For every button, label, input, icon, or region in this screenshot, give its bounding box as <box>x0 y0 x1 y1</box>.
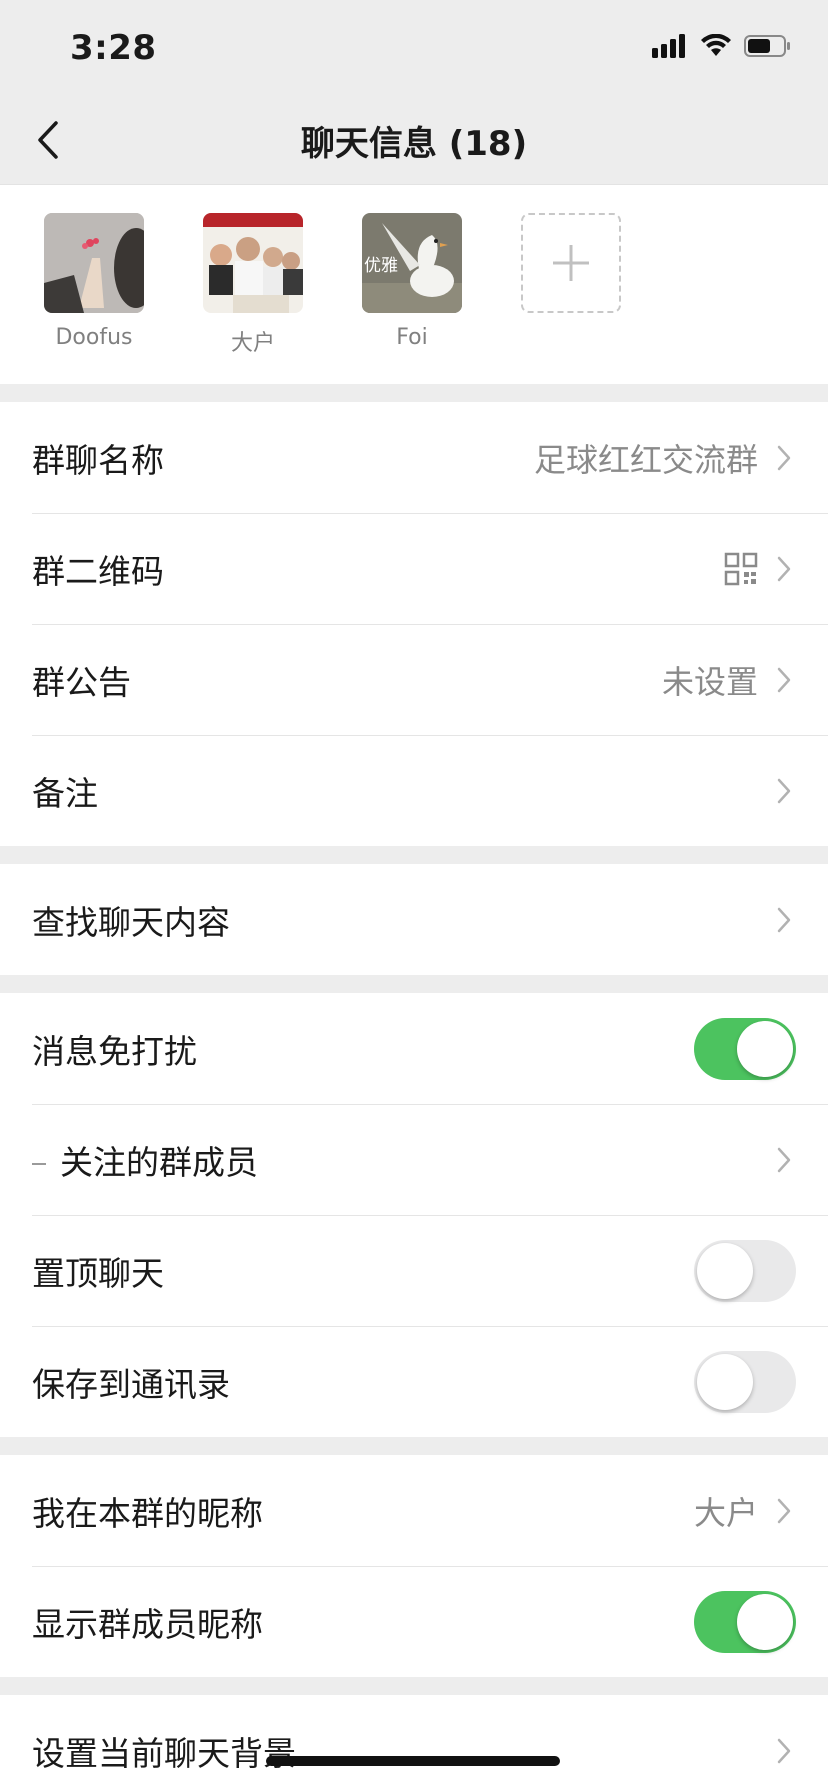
avatar <box>203 213 303 313</box>
toggle-knob <box>697 1353 753 1410</box>
group-name-row[interactable]: 群聊名称 足球红红交流群 <box>0 402 828 513</box>
add-member-button[interactable] <box>521 213 621 313</box>
announcement-value: 未设置 <box>661 662 758 701</box>
avatar <box>44 213 144 313</box>
followed-members-label: 关注的群成员 <box>60 1142 258 1182</box>
background-section: 设置当前聊天背景 <box>0 1695 828 1792</box>
section-gap <box>0 384 828 402</box>
nickname-section: 我在本群的昵称 大户 显示群成员昵称 <box>0 1455 828 1677</box>
search-section: 查找聊天内容 <box>0 864 828 975</box>
mute-toggle[interactable] <box>694 1017 796 1080</box>
battery-icon <box>744 35 790 57</box>
chevron-right-icon <box>776 1495 796 1527</box>
chat-background-row[interactable]: 设置当前聊天背景 <box>0 1695 828 1792</box>
nav-bar: 聊天信息 (18) <box>0 96 828 184</box>
member-grid: Doofus 大户 优雅 Foi <box>0 184 828 384</box>
row-label: 置顶聊天 <box>32 1253 164 1293</box>
row-label: 备注 <box>32 773 98 813</box>
member-item[interactable]: Doofus <box>44 213 144 350</box>
row-label: 消息免打扰 <box>32 1031 197 1071</box>
chevron-right-icon <box>776 553 796 585</box>
chevron-right-icon <box>776 904 796 936</box>
row-label: 查找聊天内容 <box>32 902 230 942</box>
save-contacts-row: 保存到通讯录 <box>0 1326 828 1437</box>
section-gap <box>0 1437 828 1455</box>
group-name-value: 足球红红交流群 <box>533 440 758 479</box>
group-info-section: 群聊名称 足球红红交流群 群二维码 群公告 未设置 备注 <box>0 402 828 846</box>
row-label: 设置当前聊天背景 <box>32 1733 296 1773</box>
toggle-knob <box>737 1020 793 1077</box>
section-gap <box>0 846 828 864</box>
section-gap <box>0 1677 828 1695</box>
back-button[interactable] <box>22 114 74 166</box>
home-indicator[interactable] <box>266 1756 560 1766</box>
row-label: 显示群成员昵称 <box>32 1604 263 1644</box>
member-name: Foi <box>396 325 428 350</box>
row-label: 我在本群的昵称 <box>32 1493 263 1533</box>
page-title: 聊天信息 (18) <box>300 123 528 164</box>
status-bar: 3:28 <box>0 0 828 96</box>
signal-icon <box>652 34 685 58</box>
chevron-right-icon <box>776 442 796 474</box>
member-item[interactable]: 优雅 Foi <box>362 213 462 350</box>
mute-row: 消息免打扰 <box>0 993 828 1104</box>
chevron-right-icon <box>776 1735 796 1767</box>
member-name: 大户 <box>230 331 275 356</box>
member-item[interactable]: 大户 <box>203 213 303 357</box>
row-label: 保存到通讯录 <box>32 1364 230 1404</box>
avatar-caption: 优雅 <box>364 256 398 276</box>
save-contacts-toggle[interactable] <box>694 1350 796 1413</box>
status-time: 3:28 <box>70 28 157 68</box>
wifi-icon <box>701 34 731 56</box>
status-icons <box>652 34 792 58</box>
chevron-right-icon <box>776 775 796 807</box>
remark-row[interactable]: 备注 <box>0 735 828 846</box>
followed-members-row[interactable]: 关注的群成员 <box>0 1104 828 1215</box>
member-name: Doofus <box>55 325 133 350</box>
announcement-row[interactable]: 群公告 未设置 <box>0 624 828 735</box>
my-nickname-value: 大户 <box>693 1493 758 1532</box>
pin-chat-toggle[interactable] <box>694 1239 796 1302</box>
qr-code-row[interactable]: 群二维码 <box>0 513 828 624</box>
chevron-right-icon <box>776 1144 796 1176</box>
chevron-left-icon <box>38 121 58 159</box>
show-nicknames-toggle[interactable] <box>694 1590 796 1653</box>
dash-icon <box>32 1163 46 1165</box>
row-label: 群二维码 <box>32 551 164 591</box>
my-nickname-row[interactable]: 我在本群的昵称 大户 <box>0 1455 828 1566</box>
show-nicknames-row: 显示群成员昵称 <box>0 1566 828 1677</box>
toggle-knob <box>697 1242 753 1299</box>
row-label: 群聊名称 <box>32 440 164 480</box>
search-chat-row[interactable]: 查找聊天内容 <box>0 864 828 975</box>
settings-section: 消息免打扰 关注的群成员 置顶聊天 保存到通讯录 <box>0 993 828 1437</box>
toggle-knob <box>737 1593 793 1650</box>
qr-code-icon <box>724 552 758 586</box>
row-label: 群公告 <box>32 662 131 702</box>
plus-icon <box>553 245 589 281</box>
chevron-right-icon <box>776 664 796 696</box>
pin-chat-row: 置顶聊天 <box>0 1215 828 1326</box>
avatar: 优雅 <box>362 213 462 313</box>
section-gap <box>0 975 828 993</box>
row-label: 关注的群成员 <box>32 1136 776 1184</box>
